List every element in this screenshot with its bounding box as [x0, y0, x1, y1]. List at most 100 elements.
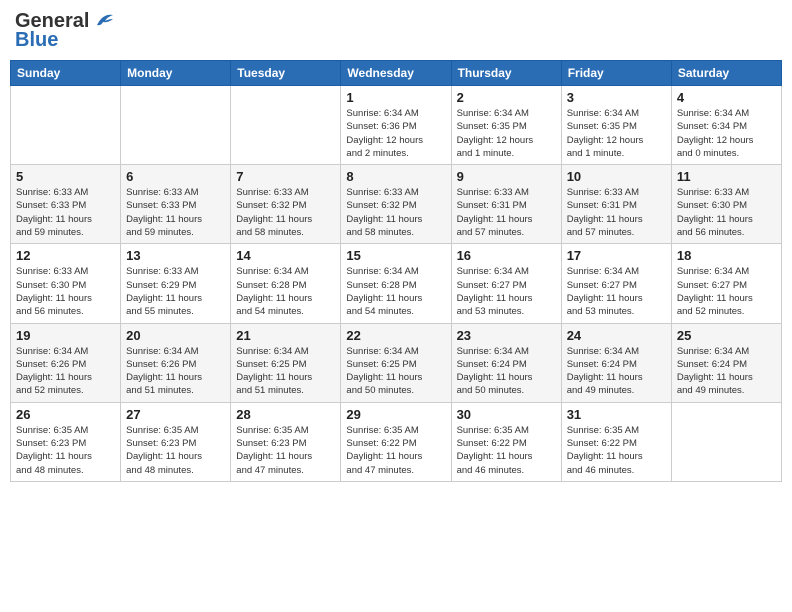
calendar-cell: 13 Sunrise: 6:33 AM Sunset: 6:29 PM Dayli…	[121, 244, 231, 323]
day-info: Sunrise: 6:34 AM Sunset: 6:36 PM Dayligh…	[346, 107, 445, 160]
calendar-cell: 20 Sunrise: 6:34 AM Sunset: 6:26 PM Dayli…	[121, 323, 231, 402]
day-number: 20	[126, 328, 225, 343]
day-of-week-header: Wednesday	[341, 61, 451, 86]
day-number: 21	[236, 328, 335, 343]
day-number: 25	[677, 328, 776, 343]
day-info: Sunrise: 6:35 AM Sunset: 6:23 PM Dayligh…	[16, 424, 115, 477]
day-number: 6	[126, 169, 225, 184]
calendar-cell: 28Sunrise: 6:35 AM Sunset: 6:23 PM Dayli…	[231, 402, 341, 481]
day-number: 4	[677, 90, 776, 105]
calendar-cell	[11, 86, 121, 165]
calendar-cell: 15Sunrise: 6:34 AM Sunset: 6:28 PM Dayli…	[341, 244, 451, 323]
day-info: Sunrise: 6:34 AM Sunset: 6:35 PM Dayligh…	[567, 107, 666, 160]
day-number: 22	[346, 328, 445, 343]
calendar-cell: 19 Sunrise: 6:34 AM Sunset: 6:26 PM Dayli…	[11, 323, 121, 402]
calendar-table: SundayMondayTuesdayWednesdayThursdayFrid…	[10, 60, 782, 482]
calendar-cell: 26Sunrise: 6:35 AM Sunset: 6:23 PM Dayli…	[11, 402, 121, 481]
calendar-cell: 29 Sunrise: 6:35 AM Sunset: 6:22 PM Dayli…	[341, 402, 451, 481]
calendar-week-row: 26Sunrise: 6:35 AM Sunset: 6:23 PM Dayli…	[11, 402, 782, 481]
calendar-cell: 9 Sunrise: 6:33 AM Sunset: 6:31 PM Daylig…	[451, 165, 561, 244]
calendar-cell: 1 Sunrise: 6:34 AM Sunset: 6:36 PM Daylig…	[341, 86, 451, 165]
calendar-cell: 30 Sunrise: 6:35 AM Sunset: 6:22 PM Dayli…	[451, 402, 561, 481]
calendar-cell: 24Sunrise: 6:34 AM Sunset: 6:24 PM Dayli…	[561, 323, 671, 402]
day-info: Sunrise: 6:33 AM Sunset: 6:33 PM Dayligh…	[16, 186, 115, 239]
calendar-cell: 22 Sunrise: 6:34 AM Sunset: 6:25 PM Dayli…	[341, 323, 451, 402]
calendar-header-row: SundayMondayTuesdayWednesdayThursdayFrid…	[11, 61, 782, 86]
day-number: 17	[567, 248, 666, 263]
day-number: 19	[16, 328, 115, 343]
calendar-cell	[671, 402, 781, 481]
day-info: Sunrise: 6:35 AM Sunset: 6:22 PM Dayligh…	[567, 424, 666, 477]
day-number: 11	[677, 169, 776, 184]
day-info: Sunrise: 6:35 AM Sunset: 6:23 PM Dayligh…	[236, 424, 335, 477]
day-number: 10	[567, 169, 666, 184]
calendar-cell: 2Sunrise: 6:34 AM Sunset: 6:35 PM Daylig…	[451, 86, 561, 165]
day-number: 30	[457, 407, 556, 422]
calendar-week-row: 12 Sunrise: 6:33 AM Sunset: 6:30 PM Dayli…	[11, 244, 782, 323]
calendar-cell: 8 Sunrise: 6:33 AM Sunset: 6:32 PM Daylig…	[341, 165, 451, 244]
day-info: Sunrise: 6:33 AM Sunset: 6:31 PM Dayligh…	[457, 186, 556, 239]
day-number: 7	[236, 169, 335, 184]
calendar-cell: 10 Sunrise: 6:33 AM Sunset: 6:31 PM Dayli…	[561, 165, 671, 244]
day-of-week-header: Monday	[121, 61, 231, 86]
calendar-cell: 11 Sunrise: 6:33 AM Sunset: 6:30 PM Dayli…	[671, 165, 781, 244]
day-of-week-header: Sunday	[11, 61, 121, 86]
calendar-week-row: 5 Sunrise: 6:33 AM Sunset: 6:33 PM Daylig…	[11, 165, 782, 244]
day-info: Sunrise: 6:33 AM Sunset: 6:31 PM Dayligh…	[567, 186, 666, 239]
calendar-cell: 5 Sunrise: 6:33 AM Sunset: 6:33 PM Daylig…	[11, 165, 121, 244]
calendar-cell: 21 Sunrise: 6:34 AM Sunset: 6:25 PM Dayli…	[231, 323, 341, 402]
day-info: Sunrise: 6:35 AM Sunset: 6:22 PM Dayligh…	[457, 424, 556, 477]
day-number: 14	[236, 248, 335, 263]
day-number: 1	[346, 90, 445, 105]
day-number: 12	[16, 248, 115, 263]
day-number: 23	[457, 328, 556, 343]
day-info: Sunrise: 6:33 AM Sunset: 6:30 PM Dayligh…	[677, 186, 776, 239]
day-info: Sunrise: 6:33 AM Sunset: 6:30 PM Dayligh…	[16, 265, 115, 318]
day-number: 16	[457, 248, 556, 263]
calendar-cell: 14 Sunrise: 6:34 AM Sunset: 6:28 PM Dayli…	[231, 244, 341, 323]
day-number: 3	[567, 90, 666, 105]
day-info: Sunrise: 6:34 AM Sunset: 6:28 PM Dayligh…	[346, 265, 445, 318]
calendar-cell: 31Sunrise: 6:35 AM Sunset: 6:22 PM Dayli…	[561, 402, 671, 481]
day-info: Sunrise: 6:35 AM Sunset: 6:22 PM Dayligh…	[346, 424, 445, 477]
day-number: 29	[346, 407, 445, 422]
page-header: General Blue	[10, 10, 782, 52]
calendar-week-row: 19 Sunrise: 6:34 AM Sunset: 6:26 PM Dayli…	[11, 323, 782, 402]
day-info: Sunrise: 6:33 AM Sunset: 6:32 PM Dayligh…	[346, 186, 445, 239]
day-number: 13	[126, 248, 225, 263]
day-number: 9	[457, 169, 556, 184]
day-info: Sunrise: 6:34 AM Sunset: 6:25 PM Dayligh…	[346, 345, 445, 398]
day-of-week-header: Tuesday	[231, 61, 341, 86]
day-info: Sunrise: 6:34 AM Sunset: 6:24 PM Dayligh…	[677, 345, 776, 398]
day-info: Sunrise: 6:33 AM Sunset: 6:33 PM Dayligh…	[126, 186, 225, 239]
day-number: 8	[346, 169, 445, 184]
day-info: Sunrise: 6:34 AM Sunset: 6:25 PM Dayligh…	[236, 345, 335, 398]
calendar-cell: 6 Sunrise: 6:33 AM Sunset: 6:33 PM Daylig…	[121, 165, 231, 244]
calendar-cell: 18 Sunrise: 6:34 AM Sunset: 6:27 PM Dayli…	[671, 244, 781, 323]
day-info: Sunrise: 6:34 AM Sunset: 6:35 PM Dayligh…	[457, 107, 556, 160]
calendar-cell: 7 Sunrise: 6:33 AM Sunset: 6:32 PM Daylig…	[231, 165, 341, 244]
day-info: Sunrise: 6:34 AM Sunset: 6:28 PM Dayligh…	[236, 265, 335, 318]
day-info: Sunrise: 6:34 AM Sunset: 6:27 PM Dayligh…	[457, 265, 556, 318]
day-number: 18	[677, 248, 776, 263]
day-info: Sunrise: 6:33 AM Sunset: 6:32 PM Dayligh…	[236, 186, 335, 239]
calendar-cell	[121, 86, 231, 165]
day-info: Sunrise: 6:34 AM Sunset: 6:27 PM Dayligh…	[677, 265, 776, 318]
calendar-cell	[231, 86, 341, 165]
calendar-cell: 16 Sunrise: 6:34 AM Sunset: 6:27 PM Dayli…	[451, 244, 561, 323]
logo: General Blue	[15, 10, 115, 52]
logo-blue-text: Blue	[15, 29, 58, 52]
logo-bird-icon	[93, 11, 115, 29]
day-of-week-header: Friday	[561, 61, 671, 86]
calendar-week-row: 1 Sunrise: 6:34 AM Sunset: 6:36 PM Daylig…	[11, 86, 782, 165]
day-info: Sunrise: 6:34 AM Sunset: 6:26 PM Dayligh…	[126, 345, 225, 398]
day-info: Sunrise: 6:34 AM Sunset: 6:26 PM Dayligh…	[16, 345, 115, 398]
day-info: Sunrise: 6:34 AM Sunset: 6:24 PM Dayligh…	[457, 345, 556, 398]
calendar-cell: 17Sunrise: 6:34 AM Sunset: 6:27 PM Dayli…	[561, 244, 671, 323]
calendar-cell: 27Sunrise: 6:35 AM Sunset: 6:23 PM Dayli…	[121, 402, 231, 481]
day-number: 24	[567, 328, 666, 343]
day-info: Sunrise: 6:34 AM Sunset: 6:34 PM Dayligh…	[677, 107, 776, 160]
calendar-cell: 12 Sunrise: 6:33 AM Sunset: 6:30 PM Dayli…	[11, 244, 121, 323]
day-number: 5	[16, 169, 115, 184]
day-info: Sunrise: 6:33 AM Sunset: 6:29 PM Dayligh…	[126, 265, 225, 318]
